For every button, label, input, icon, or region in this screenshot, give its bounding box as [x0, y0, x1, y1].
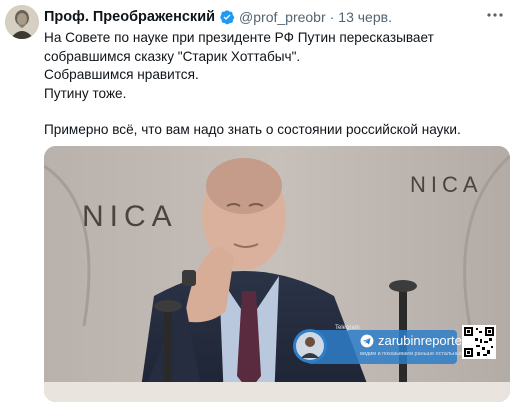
more-options-icon[interactable] [485, 6, 505, 26]
tweet-text: На Совете по науке при президенте РФ Пут… [44, 29, 509, 140]
watermark-subtitle: видим и показываем раньше остальных [360, 351, 463, 357]
author-avatar[interactable] [5, 5, 39, 39]
tweet-line: Примерно всё, что вам надо знать о состо… [44, 122, 461, 137]
separator-dot: · [329, 9, 335, 25]
tweet-line: На Совете по науке при президенте РФ Пут… [44, 30, 434, 45]
tweet-header: Проф. Преображенский @prof_preobr · 13 ч… [44, 7, 487, 27]
tweet-line: Путину тоже. [44, 85, 127, 101]
tweet-media-image[interactable]: NICA NICA Telegram zarubinreporter видим… [44, 146, 510, 402]
avatar-portrait-icon [5, 5, 39, 39]
qr-code-icon [462, 325, 496, 359]
telegram-icon [360, 334, 374, 348]
tweet-line: Собравшимся нравится. [44, 67, 199, 82]
nica-sign-left: NICA [82, 200, 178, 233]
author-handle[interactable]: @prof_preobr [239, 9, 326, 25]
nica-sign-right: NICA [410, 172, 483, 197]
watermark-channel-name: zarubinreporter [378, 333, 467, 348]
verified-badge-icon [220, 10, 235, 25]
author-name[interactable]: Проф. Преображенский [44, 9, 215, 25]
watermark-label: Telegram [335, 325, 360, 331]
tweet-line: собравшимся сказку "Старик Хоттабыч". [44, 48, 301, 64]
tweet-date[interactable]: 13 черв. [338, 9, 392, 25]
